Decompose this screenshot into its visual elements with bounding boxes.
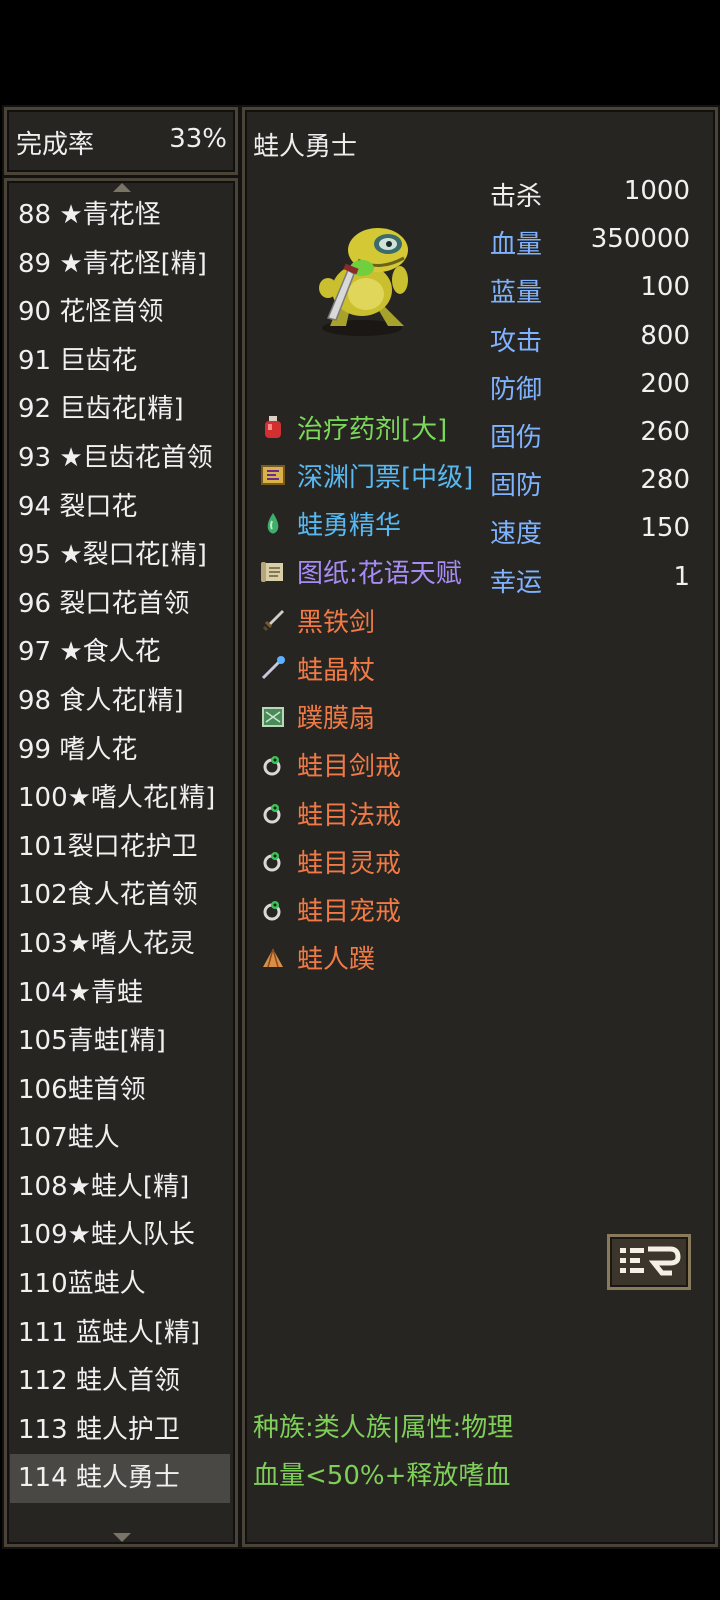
stat-label: 防御 [490,374,543,405]
monster-name: 蛙人勇士 [253,132,358,162]
drop-item-name: 蛙晶杖 [297,655,376,686]
monster-list-item[interactable]: 103★嗜人花灵 [10,920,230,969]
frog-warrior-sprite [319,228,408,336]
monster-list-item[interactable]: 101裂口花护卫 [10,823,230,872]
monster-list-item[interactable]: 114 蛙人勇士 [10,1454,230,1504]
potion-icon [259,413,287,441]
monster-list-panel[interactable]: 88 ★青花怪 89 ★青花怪[精] 90 花怪首领 91 巨齿花 92 巨齿花[精] 9… [4,178,238,1547]
stat-label: 蓝量 [490,278,543,309]
stat-label: 固防 [490,471,543,502]
drop-item-name: 蛙目宠戒 [297,897,402,927]
drop-item[interactable]: 蛙晶杖 [259,650,375,686]
sword-icon [259,606,287,634]
drop-item-name: 黑铁剑 [297,607,376,638]
stat-label: 攻击 [490,326,543,357]
monster-list-item[interactable]: 113 蛙人护卫 [10,1406,230,1455]
stat-value: 800 [640,320,690,351]
monster-list-item[interactable]: 108★蛙人[精] [10,1163,230,1212]
drop-item[interactable]: 图纸:花语天赋 [259,554,462,590]
drop-item-name: 蛙目灵戒 [297,848,402,879]
stat-value: 200 [640,368,690,399]
stat-value: 1000 [623,176,690,206]
scroll-down-arrow-icon[interactable] [113,1533,131,1542]
ring-icon [259,799,287,827]
monster-list-item[interactable]: 91 巨齿花 [10,337,230,386]
drop-item-name: 图纸:花语天赋 [297,559,462,590]
stat-value: 280 [640,465,690,496]
drop-item-name: 治疗药剂[大] [297,414,448,445]
drop-item-name: 深渊门票[中级] [297,462,474,493]
drop-item-name: 蛙勇精华 [297,511,402,541]
list-menu-icon [620,1246,681,1276]
ring-icon [259,847,287,875]
race-attribute-text: 种族:类人族|属性:物理 [253,1413,514,1443]
monster-list-item[interactable]: 110蓝蛙人 [10,1260,230,1309]
monster-list-item[interactable]: 95 ★裂口花[精] [10,531,230,580]
drop-item[interactable]: 蛙勇精华 [259,506,401,542]
ring-icon [259,896,287,924]
stat-label: 固伤 [490,423,543,453]
completion-panel: 完成率 33% [4,107,238,175]
monster-list-item[interactable]: 104★青蛙 [10,969,230,1018]
drop-item-name: 蛙目法戒 [297,800,402,831]
stat-value: 150 [640,513,690,544]
monster-list-item[interactable]: 111 蓝蛙人[精] [10,1309,230,1358]
monster-list-item[interactable]: 96 裂口花首领 [10,580,230,629]
fan-icon [259,703,287,731]
stat-value: 260 [640,417,690,447]
essence-icon [259,510,287,538]
drop-item[interactable]: 蹼膜扇 [259,699,375,735]
drop-item[interactable]: 蛙人蹼 [259,940,375,976]
ticket-icon [259,461,287,489]
completion-label: 完成率 [16,130,95,160]
web-icon [259,944,287,972]
drop-item-name: 蹼膜扇 [297,704,376,734]
stat-label: 速度 [490,519,543,550]
monster-list-item[interactable]: 97 ★食人花 [10,628,230,677]
monster-list-item[interactable]: 89 ★青花怪[精] [10,240,230,289]
completion-value: 33% [169,124,227,154]
monster-detail-panel: 蛙人勇士 击杀 1000 血量 350000 蓝量 100 攻击 800 防御 200 固伤 260 固… [242,107,718,1547]
scroll-icon [259,558,287,586]
drop-item[interactable]: 蛙目灵戒 [259,843,401,879]
drop-item[interactable]: 治疗药剂[大] [259,409,447,445]
drop-item[interactable]: 蛙目剑戒 [259,747,401,783]
ring-icon [259,751,287,779]
monster-list-item[interactable]: 109★蛙人队长 [10,1211,230,1260]
stat-value: 1 [673,561,690,592]
drop-item-name: 蛙目剑戒 [297,752,402,783]
skill-trigger-text: 血量<50%+释放嗜血 [253,1461,511,1491]
staff-icon [259,654,287,682]
stat-label: 血量 [490,230,543,261]
monster-list-item[interactable]: 88 ★青花怪 [10,191,230,240]
stat-label: 击杀 [490,182,543,212]
stat-label: 幸运 [490,567,543,598]
stat-value: 350000 [590,224,690,255]
drop-item[interactable]: 黑铁剑 [259,602,375,638]
monster-list-item[interactable]: 90 花怪首领 [10,288,230,337]
monster-list[interactable]: 88 ★青花怪 89 ★青花怪[精] 90 花怪首领 91 巨齿花 92 巨齿花[精] 9… [10,191,230,1504]
monster-list-item[interactable]: 105青蛙[精] [10,1017,230,1066]
monster-list-item[interactable]: 100★嗜人花[精] [10,774,230,823]
menu-button[interactable] [607,1234,691,1290]
drop-item[interactable]: 蛙目法戒 [259,795,401,831]
monster-list-item[interactable]: 112 蛙人首领 [10,1357,230,1406]
drop-item[interactable]: 蛙目宠戒 [259,892,401,928]
monster-list-item[interactable]: 94 裂口花 [10,483,230,532]
monster-list-item[interactable]: 93 ★巨齿花首领 [10,434,230,483]
monster-list-item[interactable]: 99 嗜人花 [10,726,230,775]
drop-item[interactable]: 深渊门票[中级] [259,457,473,493]
drop-item-name: 蛙人蹼 [297,945,376,976]
monster-list-item[interactable]: 102食人花首领 [10,871,230,920]
monster-list-item[interactable]: 92 巨齿花[精] [10,385,230,434]
monster-list-item[interactable]: 107蛙人 [10,1114,230,1163]
monster-list-item[interactable]: 106蛙首领 [10,1066,230,1115]
stat-value: 100 [640,272,690,303]
monster-list-item[interactable]: 98 食人花[精] [10,677,230,726]
